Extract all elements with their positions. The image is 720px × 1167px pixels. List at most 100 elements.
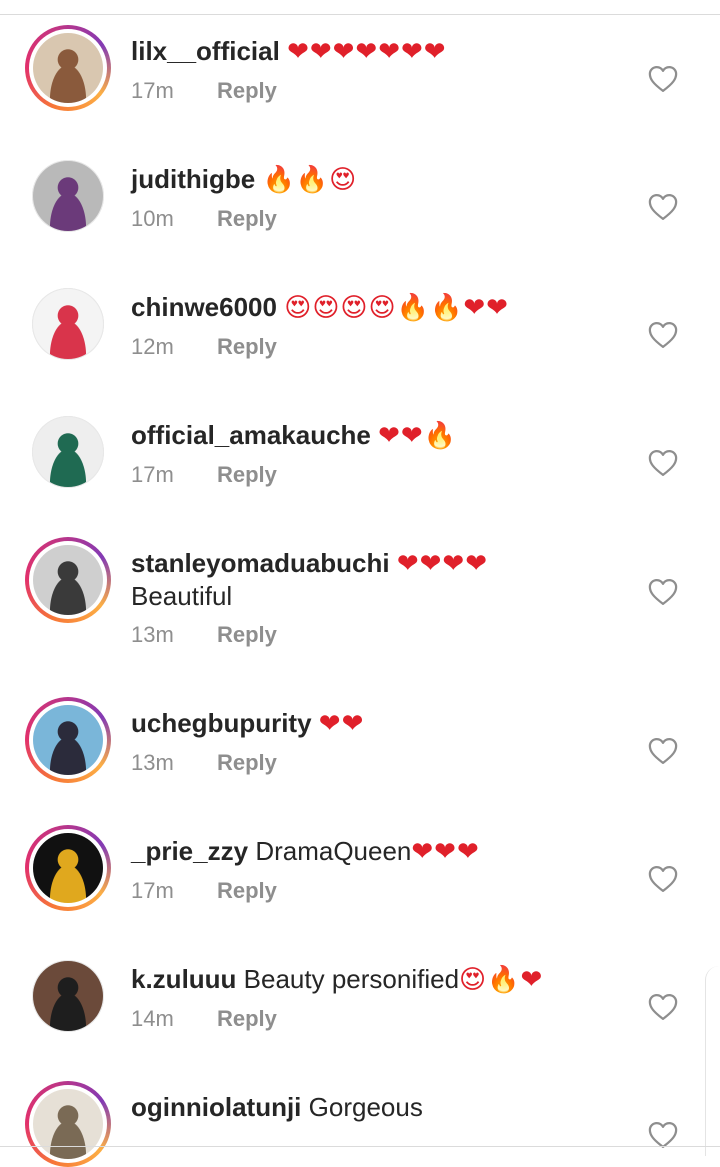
comment-text: lilx__official ❤❤❤❤❤❤❤ [131, 35, 641, 68]
avatar[interactable] [25, 537, 111, 623]
comment-text: judithigbe 🔥🔥😍 [131, 163, 641, 196]
like-button[interactable] [648, 737, 680, 767]
reply-button[interactable]: Reply [217, 206, 277, 231]
avatar-photo [33, 417, 103, 487]
heart-outline-icon [648, 579, 678, 610]
comment-emojis: ❤❤ [318, 709, 365, 739]
comment-text: _prie_zzy DramaQueen❤❤❤ [131, 835, 641, 868]
timestamp: 17m [131, 78, 174, 103]
reply-button[interactable]: Reply [217, 878, 277, 903]
comment-meta: 14m Reply [131, 1006, 641, 1032]
reply-button[interactable]: Reply [217, 622, 277, 647]
avatar[interactable] [32, 160, 104, 232]
comment-emojis: ❤❤❤❤❤❤❤ [287, 37, 447, 67]
avatar[interactable] [25, 697, 111, 783]
timestamp: 10m [131, 206, 174, 231]
username-link[interactable]: official_amakauche [131, 420, 371, 450]
avatar[interactable] [25, 25, 111, 111]
timestamp: 17m [131, 462, 174, 487]
avatar-photo [33, 545, 103, 615]
comment-body: official_amakauche ❤❤🔥 17m Reply [131, 419, 641, 488]
timestamp: 14m [131, 1006, 174, 1031]
username-link[interactable]: uchegbupurity [131, 708, 312, 738]
avatar-frame [29, 1085, 107, 1163]
reply-button[interactable]: Reply [217, 1006, 277, 1031]
comment-emojis: ❤❤❤❤ [396, 549, 488, 579]
comment-emojis: 😍🔥❤ [459, 965, 544, 995]
comment-row: official_amakauche ❤❤🔥 17m Reply [0, 409, 720, 537]
username-link[interactable]: oginniolatunji [131, 1092, 301, 1122]
comment-row: stanleyomaduabuchi ❤❤❤❤ Beautiful 13m Reply [0, 537, 720, 697]
like-button[interactable] [648, 449, 680, 479]
like-button[interactable] [648, 993, 680, 1023]
comment-meta: 17m Reply [131, 878, 641, 904]
avatar-frame [29, 541, 107, 619]
avatar[interactable] [32, 288, 104, 360]
comment-body: _prie_zzy DramaQueen❤❤❤ 17m Reply [131, 835, 641, 904]
avatar-frame [32, 960, 104, 1032]
avatar-frame [29, 829, 107, 907]
reply-button[interactable]: Reply [217, 78, 277, 103]
bottom-divider [0, 1146, 720, 1147]
comment-body: uchegbupurity ❤❤ 13m Reply [131, 707, 641, 776]
avatar-photo [33, 289, 103, 359]
avatar[interactable] [25, 1081, 111, 1167]
comment-message: Beauty personified [243, 964, 460, 994]
like-button[interactable] [648, 865, 680, 895]
heart-outline-icon [648, 738, 678, 769]
avatar[interactable] [32, 416, 104, 488]
timestamp: 13m [131, 750, 174, 775]
comment-body: chinwe6000 😍😍😍😍🔥🔥❤❤ 12m Reply [131, 291, 641, 360]
comment-meta: 12m Reply [131, 334, 641, 360]
comment-text: k.zuluuu Beauty personified😍🔥❤ [131, 963, 641, 996]
avatar-photo [33, 161, 103, 231]
scroll-indicator[interactable] [705, 966, 720, 1156]
comment-emojis: 😍😍😍😍🔥🔥❤❤ [284, 293, 509, 323]
username-link[interactable]: chinwe6000 [131, 292, 277, 322]
top-divider [0, 0, 720, 15]
username-link[interactable]: stanleyomaduabuchi [131, 548, 390, 578]
comment-body: stanleyomaduabuchi ❤❤❤❤ Beautiful 13m Reply [131, 547, 641, 648]
comment-row: chinwe6000 😍😍😍😍🔥🔥❤❤ 12m Reply [0, 281, 720, 409]
comment-text: oginniolatunji Gorgeous [131, 1091, 641, 1123]
avatar-photo [33, 1089, 103, 1159]
comment-text: uchegbupurity ❤❤ [131, 707, 641, 740]
comment-meta: 13m Reply [131, 622, 641, 648]
comment-text: chinwe6000 😍😍😍😍🔥🔥❤❤ [131, 291, 641, 324]
username-link[interactable]: judithigbe [131, 164, 255, 194]
comment-meta: 17m Reply [131, 462, 641, 488]
comment-row: lilx__official ❤❤❤❤❤❤❤ 17m Reply [0, 25, 720, 153]
heart-outline-icon [648, 1122, 678, 1153]
comment-body: k.zuluuu Beauty personified😍🔥❤ 14m Reply [131, 963, 641, 1032]
comment-emojis: ❤❤🔥 [378, 421, 458, 451]
heart-outline-icon [648, 450, 678, 481]
comment-row: judithigbe 🔥🔥😍 10m Reply [0, 153, 720, 281]
heart-outline-icon [648, 66, 678, 97]
timestamp: 13m [131, 622, 174, 647]
comment-body: judithigbe 🔥🔥😍 10m Reply [131, 163, 641, 232]
avatar-frame [32, 288, 104, 360]
avatar-photo [33, 33, 103, 103]
comment-row: k.zuluuu Beauty personified😍🔥❤ 14m Reply [0, 953, 720, 1081]
like-button[interactable] [648, 578, 680, 608]
reply-button[interactable]: Reply [217, 750, 277, 775]
comment-message: DramaQueen [255, 836, 412, 866]
comment-message-line: Beautiful [131, 581, 233, 611]
reply-button[interactable]: Reply [217, 334, 277, 359]
avatar[interactable] [32, 960, 104, 1032]
comment-body: oginniolatunji Gorgeous [131, 1091, 641, 1123]
avatar-frame [29, 29, 107, 107]
like-button[interactable] [648, 321, 680, 351]
like-button[interactable] [648, 65, 680, 95]
avatar[interactable] [25, 825, 111, 911]
username-link[interactable]: k.zuluuu [131, 964, 236, 994]
comment-text: stanleyomaduabuchi ❤❤❤❤ [131, 547, 641, 580]
avatar-frame [29, 701, 107, 779]
heart-outline-icon [648, 866, 678, 897]
username-link[interactable]: lilx__official [131, 36, 280, 66]
comment-emojis: ❤❤❤ [411, 837, 480, 867]
like-button[interactable] [648, 193, 680, 223]
reply-button[interactable]: Reply [217, 462, 277, 487]
avatar-photo [33, 961, 103, 1031]
username-link[interactable]: _prie_zzy [131, 836, 248, 866]
